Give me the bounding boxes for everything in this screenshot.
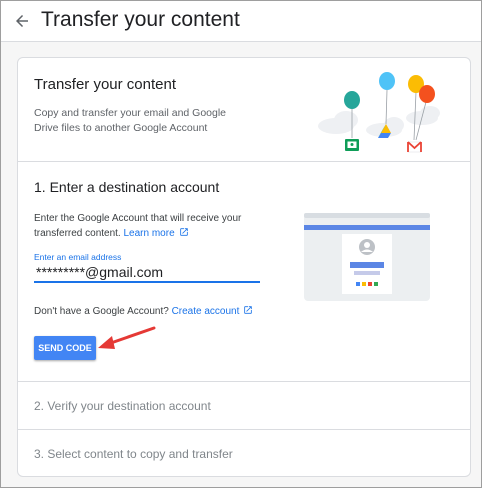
send-code-button[interactable]: SEND CODE (34, 336, 96, 360)
learn-more-link[interactable]: Learn more (124, 228, 189, 239)
app-window: Transfer your content Transfer your cont… (0, 0, 482, 488)
balloons-illustration (318, 72, 440, 153)
external-link-icon (244, 306, 253, 314)
top-app-bar: Transfer your content (1, 1, 481, 42)
intro-description: Copy and transfer your email and Google … (34, 107, 227, 134)
account-preview-illustration (304, 213, 430, 301)
step-3-title[interactable]: 3. Select content to copy and transfer (34, 447, 233, 461)
learn-more-label: Learn more (123, 228, 175, 239)
section-divider (18, 161, 470, 162)
step-2-title[interactable]: 2. Verify your destination account (34, 399, 211, 413)
create-account-link[interactable]: Create account (172, 306, 254, 317)
no-account-text: Don't have a Google Account? (34, 306, 169, 317)
intro-title: Transfer your content (34, 76, 177, 93)
page-title: Transfer your content (41, 8, 240, 31)
step-1-description: Enter the Google Account that will recei… (34, 211, 254, 241)
arrow-back-icon[interactable] (13, 12, 31, 30)
email-field[interactable] (34, 263, 260, 283)
external-link-icon (179, 228, 188, 236)
create-account-row: Don't have a Google Account? Create acco… (34, 305, 253, 317)
transfer-card: Transfer your content Copy and transfer … (17, 57, 471, 477)
section-divider (18, 381, 470, 382)
annotation-arrow (98, 326, 156, 349)
step-1-title: 1. Enter a destination account (34, 179, 220, 195)
create-account-label: Create account (171, 306, 240, 317)
email-field-label: Enter an email address (34, 252, 122, 262)
section-divider (18, 429, 470, 430)
